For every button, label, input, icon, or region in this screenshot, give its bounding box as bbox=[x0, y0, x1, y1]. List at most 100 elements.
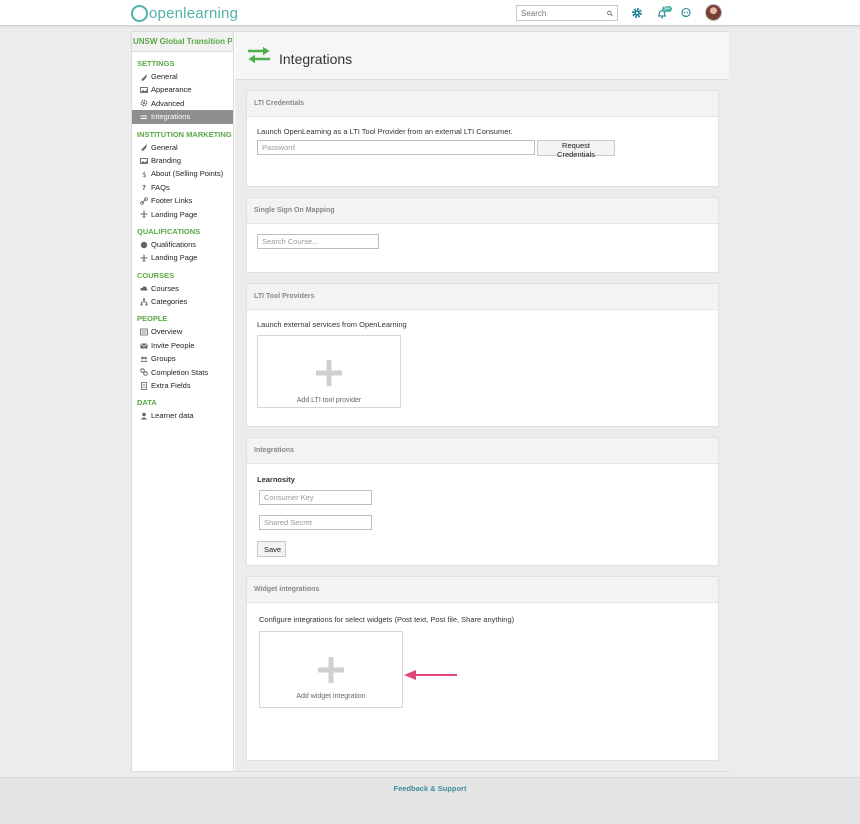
sidebar-heading: COURSES bbox=[137, 270, 175, 280]
lti-credentials-description: Launch OpenLearning as a LTI Tool Provid… bbox=[257, 127, 513, 136]
sidebar-item-label: Landing Page bbox=[151, 253, 198, 263]
sidebar-item-label: Learner data bbox=[151, 411, 194, 421]
openlearning-logo[interactable]: openlearning bbox=[131, 3, 238, 23]
page-title: Integrations bbox=[279, 51, 353, 67]
plus-icon bbox=[316, 360, 342, 386]
content-area: Integrations LTI Credentials Launch Open… bbox=[235, 32, 729, 771]
sidebar-item-label: Branding bbox=[151, 155, 182, 165]
sso-mapping-card: Single Sign On Mapping bbox=[246, 197, 719, 273]
lti-providers-description: Launch external services from OpenLearni… bbox=[257, 320, 407, 329]
chat-icon[interactable] bbox=[680, 7, 692, 19]
request-credentials-button[interactable]: Request Credentials bbox=[537, 140, 615, 159]
user-icon bbox=[140, 412, 148, 420]
logo-ring-icon bbox=[131, 4, 148, 22]
doc-icon bbox=[141, 381, 147, 390]
consumer-key-input[interactable] bbox=[259, 490, 372, 505]
sidebar-heading: SETTINGS bbox=[137, 59, 175, 68]
sidebar-item-footer-links[interactable]: Footer Links bbox=[132, 194, 233, 207]
sidebar-sections: SETTINGS General Appearance Advanced Integra… bbox=[132, 57, 233, 423]
sidebar-item-label: Categories bbox=[151, 297, 188, 307]
search-box[interactable] bbox=[516, 5, 618, 21]
gear-icon[interactable] bbox=[631, 7, 643, 19]
sidebar-item-landing-page[interactable]: Landing Page bbox=[132, 208, 233, 221]
sidebar-item-label: Advanced bbox=[151, 98, 185, 108]
envelope-icon bbox=[140, 342, 148, 349]
sidebar-item-groups[interactable]: Groups bbox=[132, 352, 233, 365]
main-panel: UNSW Global Transition Program SETTINGS G… bbox=[131, 31, 729, 772]
gears-icon bbox=[140, 368, 148, 377]
sidebar-item-general[interactable]: General bbox=[132, 70, 233, 83]
dollar-icon: $ bbox=[142, 171, 146, 178]
add-widget-integration-button[interactable]: Add widget integration bbox=[259, 631, 403, 708]
add-lti-provider-label: Add LTI tool provider bbox=[296, 397, 362, 404]
program-title[interactable]: UNSW Global Transition Program bbox=[132, 32, 233, 52]
image-icon bbox=[140, 157, 148, 164]
sidebar-item-label: Overview bbox=[151, 327, 183, 337]
sidebar-heading: PEOPLE bbox=[137, 314, 168, 324]
sidebar-item-faqs[interactable]: ? FAQs bbox=[132, 181, 233, 194]
sidebar-item-overview[interactable]: Overview bbox=[132, 325, 233, 338]
list-icon bbox=[140, 328, 148, 336]
footer: Feedback & Support bbox=[0, 777, 860, 824]
svg-text:?: ? bbox=[142, 184, 146, 191]
swap-arrows-icon bbox=[248, 46, 270, 64]
feedback-support-link[interactable]: Feedback & Support bbox=[0, 784, 860, 793]
sidebar-item-invite-people[interactable]: Invite People bbox=[132, 339, 233, 352]
sidebar-item-integrations[interactable]: Integrations bbox=[132, 110, 233, 124]
card-heading: Integrations bbox=[247, 438, 718, 464]
sidebar-item-advanced[interactable]: Advanced bbox=[132, 97, 233, 110]
sidebar-item-label: General bbox=[151, 72, 178, 81]
search-icon[interactable] bbox=[607, 9, 613, 18]
sidebar-item-label: Integrations bbox=[151, 112, 191, 122]
user-avatar[interactable] bbox=[705, 4, 722, 21]
top-bar: openlearning 9+ bbox=[0, 0, 860, 26]
lti-tool-providers-card: LTI Tool Providers Launch external servi… bbox=[246, 283, 719, 427]
sidebar-item-general[interactable]: General bbox=[132, 141, 233, 154]
sidebar-item-branding[interactable]: Branding bbox=[132, 154, 233, 167]
card-heading: Widget integrations bbox=[247, 577, 718, 603]
logo-text: openlearning bbox=[149, 4, 239, 22]
sidebar-item-about-selling-points[interactable]: $ About (Selling Points) bbox=[132, 167, 233, 180]
badge-icon bbox=[140, 241, 148, 248]
widget-integrations-description: Configure integrations for select widget… bbox=[259, 615, 515, 624]
sidebar-item-categories[interactable]: Categories bbox=[132, 295, 233, 308]
plane-icon bbox=[140, 210, 148, 218]
save-button[interactable]: Save bbox=[257, 541, 286, 557]
sidebar-item-courses[interactable]: Courses bbox=[132, 282, 233, 295]
card-heading: Single Sign On Mapping bbox=[247, 198, 718, 224]
search-input[interactable] bbox=[521, 8, 607, 18]
sidebar-item-appearance[interactable]: Appearance bbox=[132, 83, 233, 96]
link-icon bbox=[140, 197, 148, 205]
sidebar-item-label: Footer Links bbox=[151, 196, 193, 206]
search-course-input[interactable] bbox=[257, 234, 379, 249]
widget-integrations-card: Widget integrations Configure integratio… bbox=[246, 576, 719, 761]
learnosity-label: Learnosity bbox=[257, 475, 295, 484]
sidebar-item-landing-page[interactable]: Landing Page bbox=[132, 251, 233, 264]
sidebar-item-label: About (Selling Points) bbox=[151, 169, 224, 179]
add-lti-provider-button[interactable]: Add LTI tool provider bbox=[257, 335, 401, 408]
sidebar-item-label: FAQs bbox=[151, 182, 170, 192]
image-icon bbox=[140, 87, 148, 94]
sidebar-item-extra-fields[interactable]: Extra Fields bbox=[132, 379, 233, 392]
sitemap-icon bbox=[140, 298, 148, 306]
group-icon bbox=[140, 356, 148, 362]
sidebar-item-label: Courses bbox=[151, 283, 179, 293]
sidebar-item-qualifications[interactable]: Qualifications bbox=[132, 238, 233, 251]
sidebar-item-label: Appearance bbox=[151, 85, 192, 95]
add-widget-integration-label: Add widget integration bbox=[296, 693, 366, 700]
sidebar-heading: INSTITUTION MARKETING bbox=[137, 129, 232, 139]
annotation-arrow-icon bbox=[404, 670, 457, 680]
shared-secret-input[interactable] bbox=[259, 515, 372, 530]
question-icon: ? bbox=[142, 184, 146, 191]
lti-credentials-card: LTI Credentials Launch OpenLearning as a… bbox=[246, 90, 719, 187]
sidebar-item-label: Groups bbox=[151, 354, 176, 364]
sidebar-item-learner-data[interactable]: Learner data bbox=[132, 409, 233, 422]
sidebar-item-label: Invite People bbox=[151, 340, 195, 350]
swap-icon bbox=[140, 115, 147, 119]
password-input[interactable] bbox=[257, 140, 535, 155]
rocket-icon bbox=[141, 73, 147, 81]
card-heading: LTI Credentials bbox=[247, 91, 718, 117]
sidebar-heading: DATA bbox=[137, 398, 157, 408]
sidebar-item-completion-stats[interactable]: Completion Stats bbox=[132, 366, 233, 379]
integrations-card: Integrations Learnosity Save bbox=[246, 437, 719, 566]
